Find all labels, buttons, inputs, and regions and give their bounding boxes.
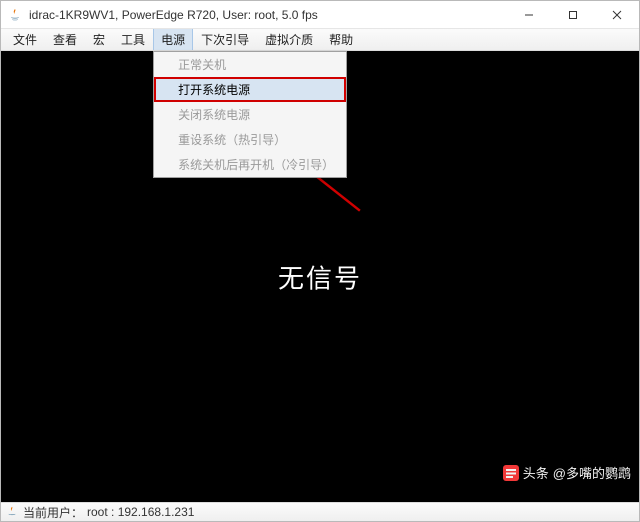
menu-help[interactable]: 帮助 [321, 29, 361, 50]
app-window: idrac-1KR9WV1, PowerEdge R720, User: roo… [0, 0, 640, 522]
status-user-label: 当前用户： [23, 504, 83, 521]
menu-label: 下次引导 [201, 31, 249, 48]
status-user-value: root : 192.168.1.231 [87, 505, 194, 519]
menu-next-boot[interactable]: 下次引导 [193, 29, 257, 50]
menu-label: 帮助 [329, 31, 353, 48]
menu-macro[interactable]: 宏 [85, 29, 113, 50]
menu-label: 工具 [121, 31, 145, 48]
titlebar: idrac-1KR9WV1, PowerEdge R720, User: roo… [1, 1, 639, 29]
power-menu-reset-warm[interactable]: 重设系统（热引导） [154, 127, 346, 152]
close-button[interactable] [595, 1, 639, 29]
minimize-button[interactable] [507, 1, 551, 29]
java-icon [5, 505, 19, 519]
maximize-button[interactable] [551, 1, 595, 29]
menu-file[interactable]: 文件 [5, 29, 45, 50]
power-dropdown: 正常关机 打开系统电源 关闭系统电源 重设系统（热引导） 系统关机后再开机（冷引… [153, 51, 347, 178]
statusbar: 当前用户： root : 192.168.1.231 [1, 502, 639, 521]
toutiao-logo-icon [503, 465, 519, 481]
watermark-author: @多嘴的鹦鹉 [553, 463, 631, 482]
window-controls [507, 1, 639, 29]
menu-view[interactable]: 查看 [45, 29, 85, 50]
menu-label: 宏 [93, 31, 105, 48]
menu-label: 查看 [53, 31, 77, 48]
no-signal-text: 无信号 [278, 258, 362, 295]
menu-label: 文件 [13, 31, 37, 48]
menu-label: 虚拟介质 [265, 31, 313, 48]
window-title: idrac-1KR9WV1, PowerEdge R720, User: roo… [29, 8, 507, 22]
java-icon [7, 7, 23, 23]
power-menu-cycle-cold[interactable]: 系统关机后再开机（冷引导） [154, 152, 346, 177]
power-menu-power-off[interactable]: 关闭系统电源 [154, 102, 346, 127]
menubar: 文件 查看 宏 工具 电源 正常关机 打开系统电源 关闭系统电源 重设系统（热引… [1, 29, 639, 51]
watermark-prefix: 头条 [523, 463, 549, 482]
menu-label: 电源 [161, 31, 185, 48]
watermark: 头条 @多嘴的鹦鹉 [503, 463, 631, 482]
menu-tools[interactable]: 工具 [113, 29, 153, 50]
power-menu-power-on[interactable]: 打开系统电源 [154, 77, 346, 102]
menu-virtual-media[interactable]: 虚拟介质 [257, 29, 321, 50]
menu-power[interactable]: 电源 正常关机 打开系统电源 关闭系统电源 重设系统（热引导） 系统关机后再开机… [153, 29, 193, 50]
power-menu-shutdown-graceful[interactable]: 正常关机 [154, 52, 346, 77]
